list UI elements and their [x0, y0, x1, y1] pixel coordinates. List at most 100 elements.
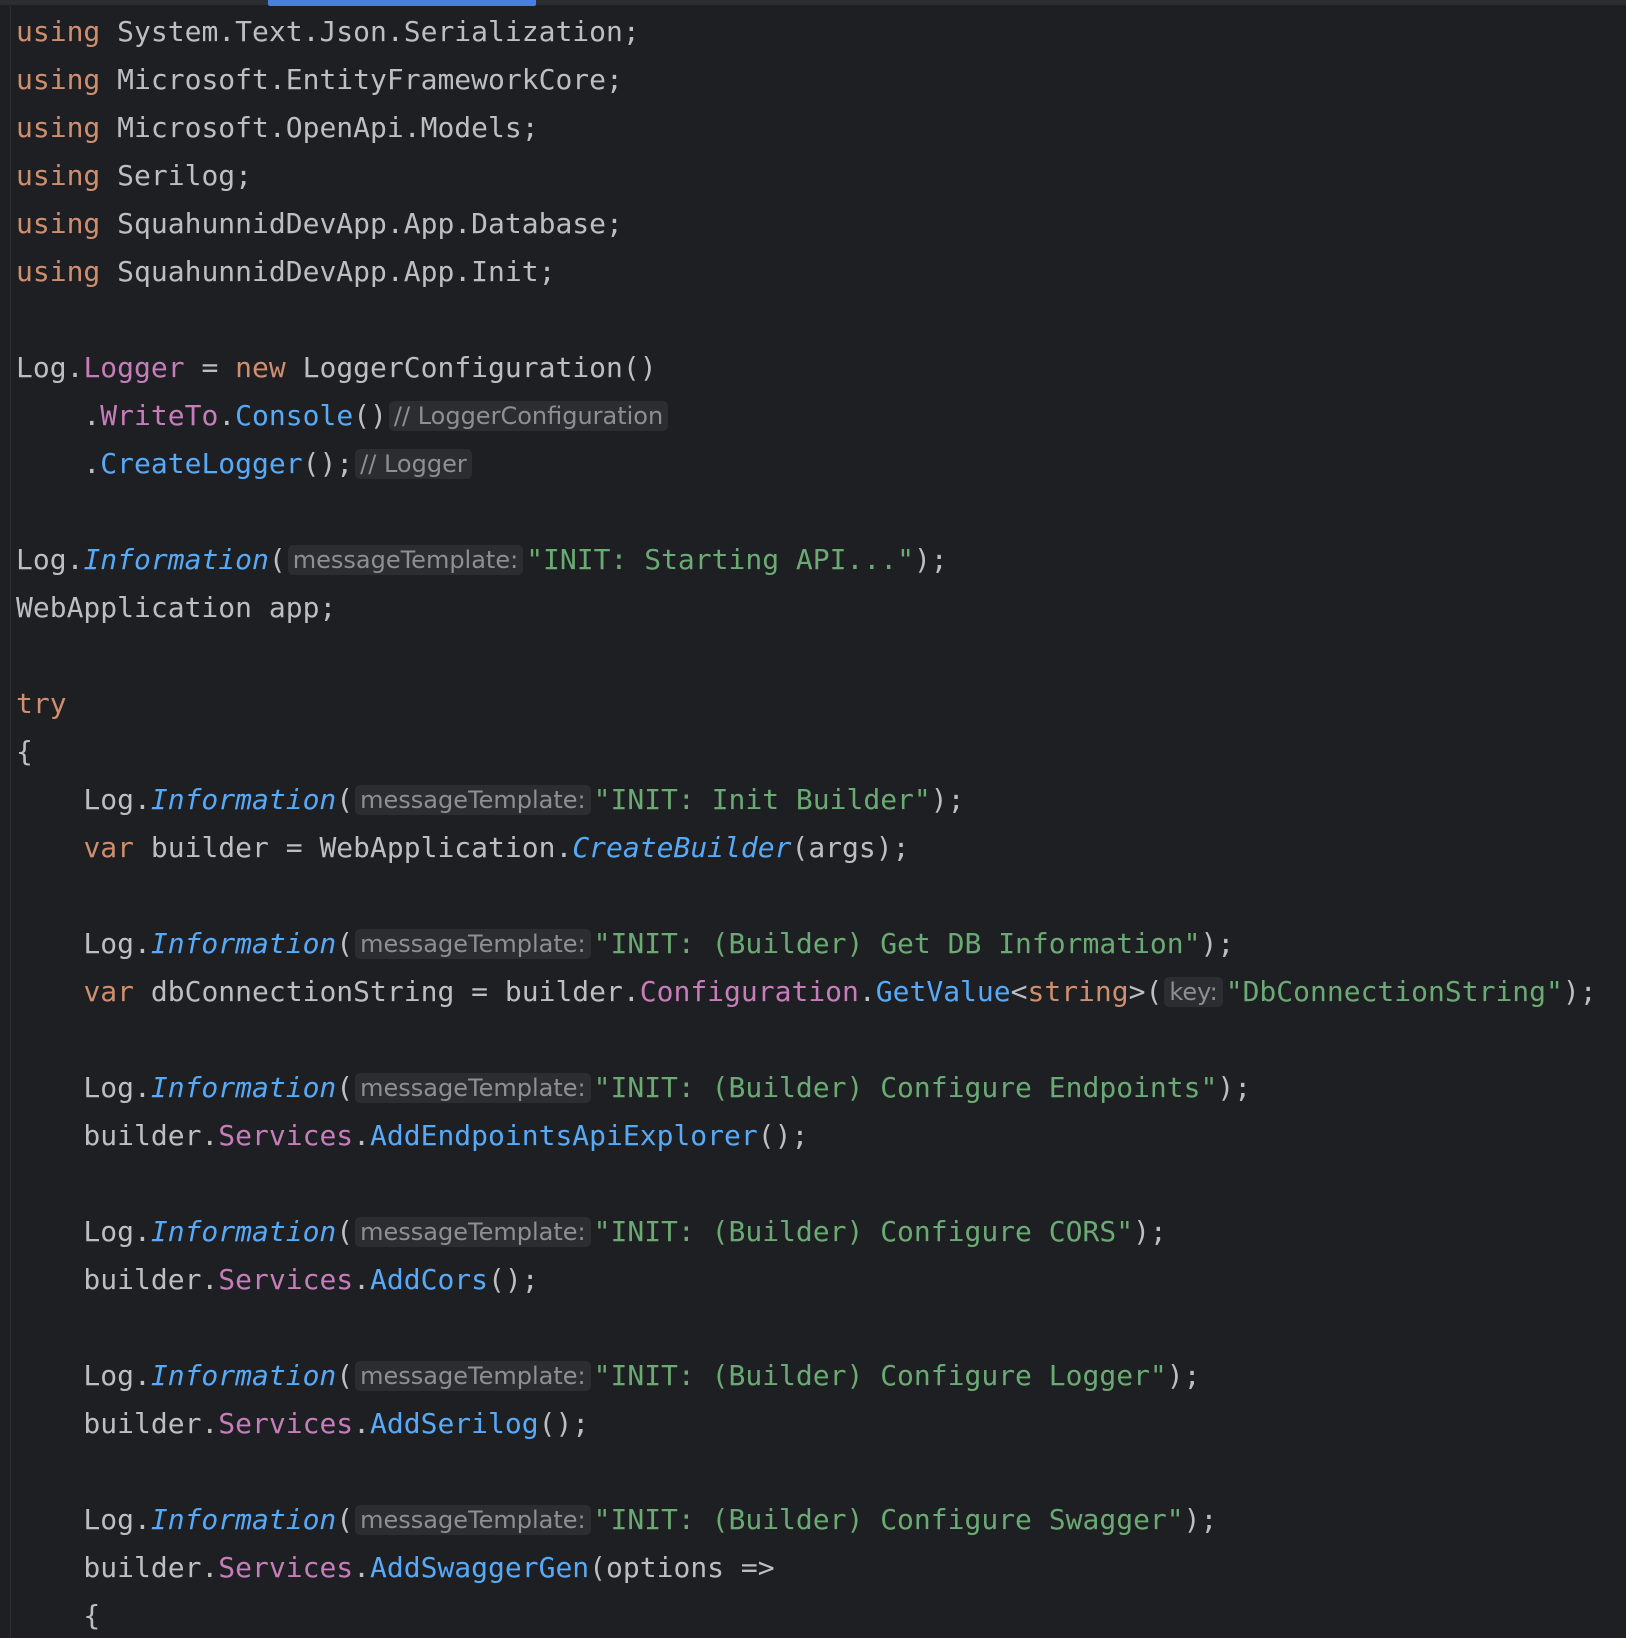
static-method-token: Information: [150, 1503, 337, 1536]
code-line[interactable]: [16, 1448, 1597, 1496]
code-line[interactable]: using Microsoft.EntityFrameworkCore;: [16, 56, 1597, 104]
code-token: );: [1562, 975, 1597, 1008]
inlay-hint: messageTemplate:: [355, 1505, 591, 1535]
inlay-hint: messageTemplate:: [355, 1217, 591, 1247]
code-line[interactable]: using SquahunnidDevApp.App.Init;: [16, 248, 1597, 296]
code-token: Serilog;: [100, 159, 253, 192]
code-line[interactable]: [16, 296, 1597, 344]
code-token: builder.: [16, 1119, 219, 1152]
code-line[interactable]: using System.Text.Json.Serialization;: [16, 8, 1597, 56]
code-line[interactable]: [16, 1160, 1597, 1208]
code-editor[interactable]: using System.Text.Json.Serialization; usi…: [0, 0, 1626, 1638]
code-line[interactable]: [16, 1304, 1597, 1352]
code-token: <: [1010, 975, 1028, 1008]
string-literal-token: "INIT: Starting API...": [526, 543, 914, 576]
code-token: Log.: [16, 1071, 151, 1104]
code-token: .: [218, 399, 236, 432]
inlay-hint: // LoggerConfiguration: [388, 401, 669, 431]
code-token: Log.: [16, 1503, 151, 1536]
keyword-token: using: [16, 255, 101, 288]
code-line[interactable]: using Microsoft.OpenApi.Models;: [16, 104, 1597, 152]
code-line[interactable]: using SquahunnidDevApp.App.Database;: [16, 200, 1597, 248]
code-token: (args);: [791, 831, 910, 864]
code-line[interactable]: builder.Services.AddCors();: [16, 1256, 1597, 1304]
code-token: (: [268, 543, 286, 576]
keyword-token: string: [1027, 975, 1129, 1008]
code-line[interactable]: {: [16, 728, 1597, 776]
string-literal-token: "INIT: (Builder) Configure Logger": [593, 1359, 1167, 1392]
static-method-token: Information: [150, 927, 337, 960]
code-area[interactable]: using System.Text.Json.Serialization; usi…: [16, 8, 1597, 1638]
code-line[interactable]: Log.Logger = new LoggerConfiguration(): [16, 344, 1597, 392]
code-line[interactable]: Log.Information(messageTemplate: "INIT: (…: [16, 920, 1597, 968]
code-line[interactable]: using Serilog;: [16, 152, 1597, 200]
keyword-token: using: [16, 159, 101, 192]
code-line[interactable]: var builder = WebApplication.CreateBuild…: [16, 824, 1597, 872]
string-literal-token: "DbConnectionString": [1225, 975, 1563, 1008]
code-token: (: [336, 1359, 354, 1392]
code-token: Log.: [16, 1359, 151, 1392]
code-line[interactable]: [16, 632, 1597, 680]
property-token: Services: [218, 1119, 354, 1152]
code-token: Log.: [16, 543, 84, 576]
inlay-hint: messageTemplate:: [355, 785, 591, 815]
code-token: Log.: [16, 351, 84, 384]
inlay-hint: key:: [1164, 977, 1223, 1007]
code-line[interactable]: Log.Information(messageTemplate: "INIT: (…: [16, 1208, 1597, 1256]
code-line[interactable]: [16, 1016, 1597, 1064]
code-token: (: [336, 783, 354, 816]
property-token: Services: [218, 1407, 354, 1440]
code-line[interactable]: Log.Information(messageTemplate: "INIT: I…: [16, 776, 1597, 824]
code-line[interactable]: Log.Information(messageTemplate: "INIT: (…: [16, 1496, 1597, 1544]
code-token: builder.: [16, 1551, 219, 1584]
code-token: (options =>: [589, 1551, 775, 1584]
string-literal-token: "INIT: Init Builder": [593, 783, 931, 816]
code-token: .: [353, 1263, 371, 1296]
keyword-token: using: [16, 111, 101, 144]
code-line[interactable]: Log.Information(messageTemplate: "INIT: (…: [16, 1352, 1597, 1400]
property-token: WriteTo: [100, 399, 219, 432]
method-token: AddEndpointsApiExplorer: [370, 1119, 758, 1152]
method-token: GetValue: [875, 975, 1011, 1008]
code-line[interactable]: builder.Services.AddSerilog();: [16, 1400, 1597, 1448]
code-line[interactable]: builder.Services.AddSwaggerGen(options =…: [16, 1544, 1597, 1592]
keyword-token: var: [83, 975, 135, 1008]
static-method-token: Information: [150, 783, 337, 816]
inlay-hint: messageTemplate:: [355, 929, 591, 959]
code-token: ();: [302, 447, 354, 480]
code-line[interactable]: WebApplication app;: [16, 584, 1597, 632]
string-literal-token: "INIT: (Builder) Configure Swagger": [593, 1503, 1184, 1536]
code-token: WebApplication app;: [16, 591, 337, 624]
active-tab-indicator[interactable]: [268, 0, 536, 6]
code-line[interactable]: builder.Services.AddEndpointsApiExplorer…: [16, 1112, 1597, 1160]
code-line[interactable]: [16, 872, 1597, 920]
code-token: =: [184, 351, 236, 384]
code-line[interactable]: .WriteTo.Console()// LoggerConfiguration: [16, 392, 1597, 440]
static-method-token: Information: [83, 543, 269, 576]
code-line[interactable]: Log.Information(messageTemplate: "INIT: S…: [16, 536, 1597, 584]
code-line[interactable]: try: [16, 680, 1597, 728]
code-token: builder.: [16, 1263, 219, 1296]
inlay-hint: messageTemplate:: [355, 1073, 591, 1103]
code-token: );: [1183, 1503, 1218, 1536]
code-token: );: [1200, 927, 1235, 960]
code-line[interactable]: Log.Information(messageTemplate: "INIT: (…: [16, 1064, 1597, 1112]
code-token: {: [16, 1599, 101, 1632]
property-token: Services: [218, 1263, 354, 1296]
method-token: AddSerilog: [370, 1407, 539, 1440]
code-line[interactable]: [16, 488, 1597, 536]
code-token: (: [336, 927, 354, 960]
code-line[interactable]: {: [16, 1592, 1597, 1638]
code-token: {: [16, 735, 33, 768]
code-token: ();: [538, 1407, 590, 1440]
code-token: builder.: [16, 1407, 219, 1440]
static-method-token: Information: [150, 1359, 337, 1392]
code-line[interactable]: var dbConnectionString = builder.Configu…: [16, 968, 1597, 1016]
code-line[interactable]: .CreateLogger();// Logger: [16, 440, 1597, 488]
code-token: .: [353, 1119, 371, 1152]
code-token: (: [336, 1071, 354, 1104]
code-token: dbConnectionString = builder.: [134, 975, 640, 1008]
code-token: .: [353, 1551, 371, 1584]
string-literal-token: "INIT: (Builder) Get DB Information": [593, 927, 1201, 960]
